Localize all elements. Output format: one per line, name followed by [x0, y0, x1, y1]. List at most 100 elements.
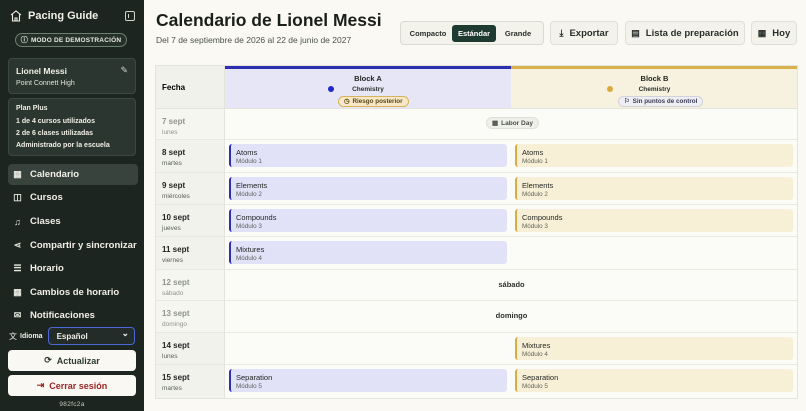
date-column-header: Fecha [156, 66, 225, 109]
weekday-label: miércoles [162, 193, 190, 200]
lesson-card[interactable]: Elements Módulo 2 [229, 177, 507, 200]
calendar-row: 12 sept sábado sábado [156, 270, 797, 301]
date-cell: 11 sept viernes [156, 237, 225, 269]
density-compact[interactable]: Compacto [404, 25, 452, 42]
sidebar-header: Pacing Guide [9, 9, 135, 23]
date-label: 13 sept [162, 309, 190, 318]
sidebar: Pacing Guide ⓘ MODO DE DEMOSTRACIÓN Lion… [0, 0, 144, 411]
lesson-card[interactable]: Separation Módulo 5 [515, 369, 793, 392]
checkpoint-badge: ⚐ Sin puntos de control [618, 96, 704, 107]
user-name: Lionel Messi [16, 66, 68, 76]
risk-label: Riesgo posterior [352, 98, 403, 105]
weekday-label: martes [162, 385, 182, 392]
lesson-title: Compounds [522, 213, 563, 222]
prep-list-button[interactable]: ▤ Lista de preparación [625, 21, 745, 45]
logout-label: Cerrar sesión [49, 380, 108, 391]
weekday-label: martes [162, 160, 182, 167]
sidebar-item-label: Compartir y sincronizar [30, 240, 137, 251]
lesson-title: Atoms [522, 148, 544, 157]
lesson-card[interactable]: Separation Módulo 5 [229, 369, 507, 392]
export-label: Exportar [569, 27, 609, 39]
page-title: Calendario de Lionel Messi [156, 10, 382, 30]
lesson-module: Módulo 3 [522, 223, 548, 230]
flag-icon: ⚐ [624, 98, 630, 105]
lesson-module: Módulo 1 [522, 158, 548, 165]
sidebar-item-label: Notificaciones [30, 310, 95, 321]
date-label: 15 sept [162, 373, 190, 382]
date-cell: 15 sept martes [156, 365, 225, 398]
lesson-title: Mixtures [522, 341, 551, 350]
lesson-card[interactable]: Mixtures Módulo 4 [229, 241, 507, 264]
logout-button[interactable]: ⇥ Cerrar sesión [8, 375, 136, 396]
refresh-button[interactable]: ⟳ Actualizar [8, 350, 136, 371]
calendar-row: 7 sept lunes ▦ Labor Day [156, 109, 797, 140]
risk-badge: ◷ Riesgo posterior [338, 96, 409, 107]
date-cell: 7 sept lunes [156, 109, 225, 139]
calendar-row: 9 sept miércoles Elements Módulo 2 Eleme… [156, 173, 797, 205]
lesson-module: Módulo 5 [236, 383, 262, 390]
calendar-edit-icon: ▦ [13, 287, 22, 297]
lesson-card[interactable]: Compounds Módulo 3 [229, 209, 507, 232]
export-button[interactable]: ⤓ Exportar [550, 21, 618, 45]
edit-pencil-icon[interactable]: ✎ [120, 65, 128, 76]
info-icon: ⓘ [20, 37, 28, 44]
prep-list-label: Lista de preparación [645, 27, 739, 39]
plan-card: Plan Plus 1 de 4 cursos utilizados 2 de … [8, 98, 136, 156]
sidebar-item-cambios[interactable]: ▦ Cambios de horario [8, 282, 138, 303]
clipboard-icon: ▤ [631, 27, 640, 38]
sidebar-item-horario[interactable]: ☰ Horario [8, 258, 138, 279]
user-card: Lionel Messi Point Connett High ✎ [8, 58, 136, 94]
sidebar-item-notificaciones[interactable]: ✉ Notificaciones [8, 305, 138, 326]
lesson-module: Módulo 2 [522, 191, 548, 198]
date-label: 12 sept [162, 278, 190, 287]
calendar-today-icon: ▦ [757, 27, 767, 38]
sliders-icon: ☰ [13, 263, 22, 273]
sidebar-item-label: Cursos [30, 192, 63, 203]
date-label: 9 sept [162, 181, 186, 190]
lesson-title: Separation [236, 373, 273, 382]
calendar-row: 8 sept martes Atoms Módulo 1 Atoms Módul… [156, 140, 797, 173]
app-version: 982fc2a [59, 401, 85, 408]
calendar-grid: Fecha Block A Chemistry ◷ Riesgo posteri… [155, 65, 798, 399]
refresh-label: Actualizar [56, 355, 100, 366]
lesson-title: Mixtures [236, 245, 265, 254]
demo-mode-label: MODO DE DEMOSTRACIÓN [30, 36, 122, 44]
weekend-label: sábado [498, 280, 525, 289]
book-icon: ◫ [13, 192, 22, 202]
lesson-card[interactable]: Mixtures Módulo 4 [515, 337, 793, 360]
weekday-label: viernes [162, 257, 183, 264]
sidebar-item-label: Horario [30, 263, 64, 274]
lesson-card[interactable]: Compounds Módulo 3 [515, 209, 793, 232]
refresh-icon: ⟳ [44, 355, 52, 365]
block-a-header[interactable]: Block A Chemistry ◷ Riesgo posterior [225, 66, 511, 109]
collapse-sidebar-icon[interactable] [125, 11, 135, 21]
date-cell: 13 sept domingo [156, 301, 225, 332]
mail-icon: ✉ [13, 310, 22, 320]
calendar-row: 14 sept lunes Mixtures Módulo 4 [156, 333, 797, 365]
weekday-label: jueves [162, 225, 181, 232]
lesson-card[interactable]: Atoms Módulo 1 [515, 144, 793, 167]
lesson-card[interactable]: Atoms Módulo 1 [229, 144, 507, 167]
lesson-module: Módulo 4 [522, 351, 548, 358]
sidebar-item-compartir[interactable]: ⋖ Compartir y sincronizar [8, 235, 138, 256]
lesson-card[interactable]: Elements Módulo 2 [515, 177, 793, 200]
block-name: Block A [354, 74, 382, 83]
calendar-row: 10 sept jueves Compounds Módulo 3 Compou… [156, 205, 797, 237]
today-label: Hoy [772, 27, 791, 39]
weekday-label: lunes [162, 129, 178, 136]
language-select[interactable]: Español [47, 327, 135, 345]
today-button[interactable]: ▦ Hoy [751, 21, 797, 45]
sidebar-item-cursos[interactable]: ◫ Cursos [8, 187, 138, 208]
lesson-title: Atoms [236, 148, 258, 157]
holiday-label: Labor Day [501, 119, 533, 127]
density-standard[interactable]: Estándar [452, 24, 496, 42]
sidebar-item-clases[interactable]: ♫ Clases [8, 211, 138, 232]
download-icon: ⤓ [559, 27, 564, 38]
date-cell: 12 sept sábado [156, 270, 225, 300]
sidebar-item-label: Cambios de horario [30, 287, 120, 298]
sidebar-item-calendario[interactable]: ▦ Calendario [8, 164, 138, 185]
holiday-badge: ▦ Labor Day [486, 117, 539, 129]
lesson-module: Módulo 1 [236, 158, 262, 165]
block-b-header[interactable]: Block B Chemistry ⚐ Sin puntos de contro… [511, 66, 797, 109]
density-large[interactable]: Grande [496, 25, 540, 42]
